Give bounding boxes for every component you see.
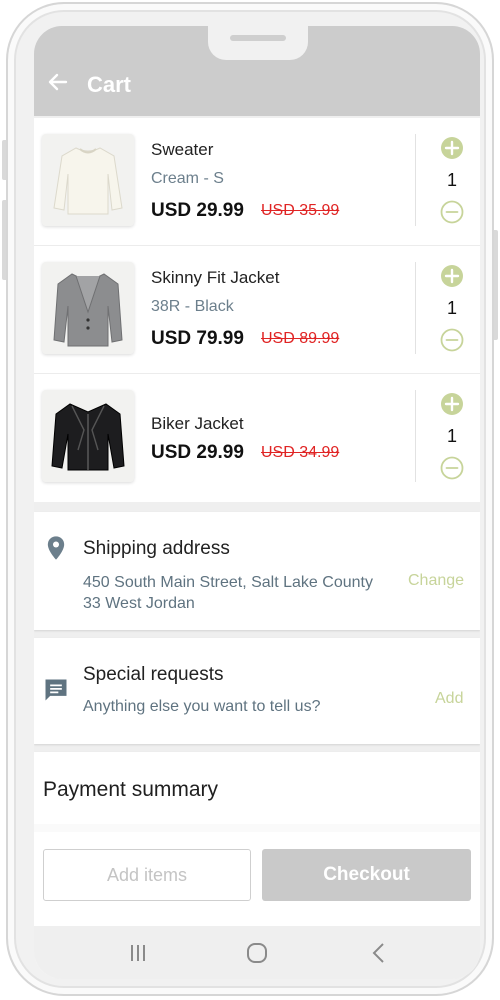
- item-price: USD 29.99: [151, 200, 244, 221]
- shipping-address-card: Shipping address 450 South Main Street, …: [34, 512, 480, 630]
- item-old-price: USD 89.99: [261, 330, 340, 347]
- address-line-1: 450 South Main Street, Salt Lake County: [83, 574, 373, 591]
- phone-frame: Cart Sweater Cream - S USD 29.99 USD 35.…: [6, 2, 494, 996]
- add-request-link[interactable]: Add: [435, 690, 463, 708]
- item-name: Biker Jacket: [151, 414, 244, 433]
- shipping-address: 450 South Main Street, Salt Lake County …: [83, 572, 403, 614]
- blazer-image[interactable]: [42, 262, 134, 354]
- sweater-image[interactable]: [42, 134, 134, 226]
- minus-circle-icon[interactable]: [440, 456, 464, 480]
- system-navigation-bar: [34, 926, 480, 979]
- arrow-left-icon[interactable]: [46, 70, 70, 94]
- item-price: USD 79.99: [151, 328, 244, 349]
- speaker: [230, 35, 286, 41]
- location-pin-icon: [47, 536, 65, 560]
- item-variant: Cream - S: [151, 170, 224, 187]
- phone-notch: [208, 26, 308, 60]
- item-name: Skinny Fit Jacket: [151, 268, 280, 287]
- minus-circle-icon[interactable]: [440, 200, 464, 224]
- cart-item: Sweater Cream - S USD 29.99 USD 35.99 1: [34, 118, 480, 246]
- app-screen: Cart Sweater Cream - S USD 29.99 USD 35.…: [34, 26, 480, 979]
- quantity-divider: [415, 134, 416, 226]
- shipping-title: Shipping address: [83, 538, 230, 559]
- item-name: Sweater: [151, 140, 214, 159]
- item-old-price: USD 35.99: [261, 202, 340, 219]
- plus-circle-icon[interactable]: [440, 392, 464, 416]
- item-old-price: USD 34.99: [261, 444, 340, 461]
- cart-item: Biker Jacket USD 29.99 USD 34.99 1: [34, 374, 480, 502]
- cart-item: Skinny Fit Jacket 38R - Black USD 79.99 …: [34, 246, 480, 374]
- cart-items-list: Sweater Cream - S USD 29.99 USD 35.99 1: [34, 118, 480, 502]
- plus-circle-icon[interactable]: [440, 264, 464, 288]
- back-chevron-icon[interactable]: [368, 942, 390, 964]
- item-quantity: 1: [446, 426, 457, 446]
- address-line-2: 33 West Jordan: [83, 595, 195, 612]
- payment-summary-title: Payment summary: [43, 778, 219, 801]
- item-quantity: 1: [446, 170, 457, 190]
- requests-subtitle: Anything else you want to tell us?: [83, 698, 321, 715]
- item-variant: 38R - Black: [151, 298, 234, 315]
- quantity-divider: [415, 390, 416, 482]
- minus-circle-icon[interactable]: [440, 328, 464, 352]
- add-items-button[interactable]: Add items: [43, 849, 251, 901]
- change-address-link[interactable]: Change: [408, 572, 464, 590]
- requests-title: Special requests: [83, 664, 224, 685]
- special-requests-card: Special requests Anything else you want …: [34, 638, 480, 744]
- quantity-divider: [415, 262, 416, 354]
- page-title: Cart: [87, 72, 132, 97]
- home-icon[interactable]: [246, 942, 268, 964]
- recent-apps-icon[interactable]: [127, 942, 149, 964]
- item-price: USD 29.99: [151, 442, 244, 463]
- leather-jacket-image[interactable]: [42, 390, 134, 482]
- chat-icon: [45, 679, 67, 701]
- plus-circle-icon[interactable]: [440, 136, 464, 160]
- divider: [34, 824, 480, 832]
- item-quantity: 1: [446, 298, 457, 318]
- checkout-button[interactable]: Checkout: [262, 849, 471, 901]
